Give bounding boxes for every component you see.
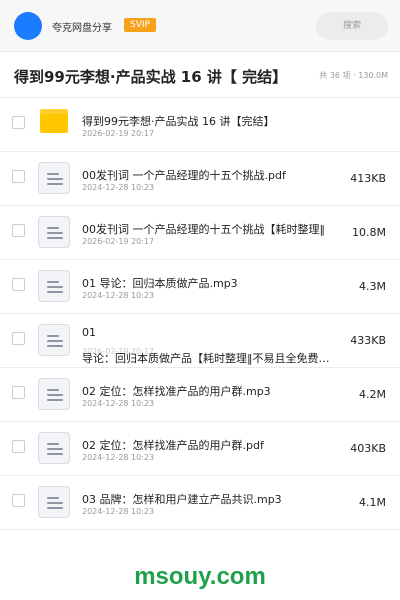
list-item[interactable]: 03 品牌：怎样和用户建立产品共识.mp3 2024-12-28 10:23 4… — [0, 476, 400, 530]
file-name: 01 — [82, 326, 96, 339]
row-checkbox[interactable] — [12, 170, 25, 183]
document-icon — [38, 432, 70, 464]
file-size: 10.8M — [352, 226, 386, 239]
svip-badge: SVIP — [124, 18, 156, 32]
file-name-line2: 导论：回归本质做产品【耗时整理‖不易且全免费… — [82, 352, 330, 365]
list-item[interactable]: 得到99元李想·产品实战 16 讲【完结】 2026-02-19 20:17 — [0, 98, 400, 152]
file-name: 00发刊词 一个产品经理的十五个挑战.pdf — [82, 169, 286, 182]
search-input[interactable]: 搜索 — [316, 12, 388, 40]
file-name: 01 导论：回归本质做产品.mp3 — [82, 277, 238, 290]
file-date: 2024-12-28 10:23 — [82, 453, 155, 462]
row-checkbox[interactable] — [12, 278, 25, 291]
file-list: 得到99元李想·产品实战 16 讲【完结】 2026-02-19 20:17 0… — [0, 98, 400, 530]
list-item[interactable]: 01 导论：回归本质做产品.mp3 2024-12-28 10:23 4.3M — [0, 260, 400, 314]
file-size: 433KB — [350, 334, 386, 347]
row-checkbox[interactable] — [12, 224, 25, 237]
page-title: 得到99元李想·产品实战 16 讲【 完结】 — [14, 68, 288, 86]
file-date: 2024-12-28 10:23 — [82, 291, 155, 300]
document-icon — [38, 216, 70, 248]
file-date: 2024-12-28 10:23 — [82, 507, 155, 516]
file-size: 4.1M — [359, 496, 386, 509]
row-checkbox[interactable] — [12, 494, 25, 507]
folder-meta: 共 36 项 · 130.0M — [319, 71, 388, 80]
list-item[interactable]: 02 定位：怎样找准产品的用户群.mp3 2024-12-28 10:23 4.… — [0, 368, 400, 422]
document-icon — [38, 486, 70, 518]
folder-icon — [40, 109, 68, 133]
document-icon — [38, 162, 70, 194]
folder-title-bar: 得到99元李想·产品实战 16 讲【 完结】 共 36 项 · 130.0M — [0, 52, 400, 98]
row-checkbox[interactable] — [12, 386, 25, 399]
avatar[interactable] — [14, 12, 42, 40]
file-name: 00发刊词 一个产品经理的十五个挑战【耗时整理‖ — [82, 223, 325, 236]
file-name: 02 定位：怎样找准产品的用户群.pdf — [82, 439, 264, 452]
app-header: 夸克网盘分享 SVIP 搜索 — [0, 0, 400, 52]
file-date: 2026-02-19 20:17 — [82, 129, 155, 138]
document-icon — [38, 270, 70, 302]
row-checkbox[interactable] — [12, 440, 25, 453]
list-item[interactable]: 01 2026-02-19 20:17 导论：回归本质做产品【耗时整理‖不易且全… — [0, 314, 400, 368]
file-name: 03 品牌：怎样和用户建立产品共识.mp3 — [82, 493, 282, 506]
row-checkbox[interactable] — [12, 332, 25, 345]
file-date: 2024-12-28 10:23 — [82, 183, 155, 192]
file-name: 02 定位：怎样找准产品的用户群.mp3 — [82, 385, 271, 398]
file-size: 4.2M — [359, 388, 386, 401]
app-name: 夸克网盘分享 — [52, 23, 112, 34]
file-size: 4.3M — [359, 280, 386, 293]
row-checkbox[interactable] — [12, 116, 25, 129]
list-item[interactable]: 00发刊词 一个产品经理的十五个挑战【耗时整理‖ 2026-02-19 20:1… — [0, 206, 400, 260]
file-date: 2024-12-28 10:23 — [82, 399, 155, 408]
document-icon — [38, 378, 70, 410]
file-name: 得到99元李想·产品实战 16 讲【完结】 — [82, 115, 275, 128]
file-date: 2026-02-19 20:17 — [82, 237, 155, 246]
watermark: msouy.com — [134, 563, 266, 590]
file-size: 413KB — [350, 172, 386, 185]
list-item[interactable]: 00发刊词 一个产品经理的十五个挑战.pdf 2024-12-28 10:23 … — [0, 152, 400, 206]
document-icon — [38, 324, 70, 356]
file-size: 403KB — [350, 442, 386, 455]
list-item[interactable]: 02 定位：怎样找准产品的用户群.pdf 2024-12-28 10:23 40… — [0, 422, 400, 476]
